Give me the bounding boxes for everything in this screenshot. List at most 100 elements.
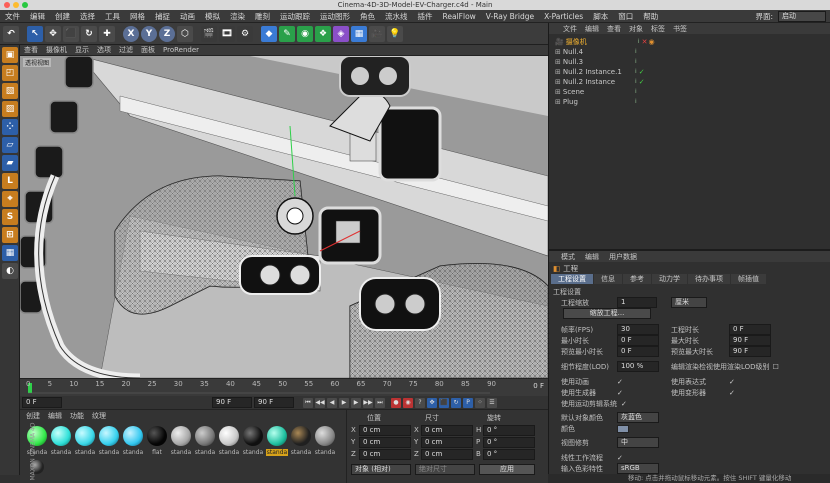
use-animation-checkbox[interactable]: ✓: [617, 378, 671, 386]
grid-icon[interactable]: ▦: [2, 245, 18, 261]
position-key-icon[interactable]: ✥: [427, 397, 437, 408]
menu-tools[interactable]: 工具: [100, 10, 125, 23]
next-frame-icon[interactable]: ▶: [351, 397, 361, 408]
tab-todo[interactable]: 待办事项: [688, 274, 730, 284]
material-swatch[interactable]: standa: [218, 426, 240, 456]
scale-icon[interactable]: ⬛: [63, 25, 79, 42]
viewport-menu-options[interactable]: 选项: [93, 45, 115, 56]
render-view-icon[interactable]: 🎬: [201, 25, 217, 42]
workplane-icon[interactable]: ▨: [2, 101, 18, 117]
material-menu-edit[interactable]: 编辑: [48, 411, 62, 421]
object-row-null4[interactable]: ⊞ Null.4 ⁞: [549, 47, 830, 57]
viewport-menu-display[interactable]: 显示: [71, 45, 93, 56]
min-time-field[interactable]: 0 F: [617, 335, 659, 346]
tab-info[interactable]: 信息: [594, 274, 622, 284]
camera-icon[interactable]: 🎥: [369, 25, 385, 42]
material-menu-texture[interactable]: 纹理: [92, 411, 106, 421]
deformer-icon[interactable]: ◈: [333, 25, 349, 42]
point-level-icon[interactable]: ⁘: [475, 397, 485, 408]
viewport-menu-view[interactable]: 查看: [20, 45, 42, 56]
coord-size-mode-select[interactable]: 绝对尺寸: [415, 463, 475, 475]
linear-workflow-checkbox[interactable]: ✓: [617, 454, 623, 462]
position-y-field[interactable]: 0 cm: [359, 436, 411, 448]
x-axis-button[interactable]: X: [123, 25, 139, 42]
material-swatch[interactable]: standa: [314, 426, 336, 456]
rotation-b-field[interactable]: 0 °: [483, 448, 535, 460]
live-selection-icon[interactable]: ↖: [27, 25, 43, 42]
menu-pipeline[interactable]: 流水线: [380, 10, 413, 23]
rotation-p-field[interactable]: 0 °: [483, 436, 535, 448]
position-z-field[interactable]: 0 cm: [359, 448, 411, 460]
om-menu-bookmarks[interactable]: 书签: [673, 24, 687, 34]
menu-snap[interactable]: 捕捉: [150, 10, 175, 23]
position-x-field[interactable]: 0 cm: [359, 424, 411, 436]
material-swatch[interactable]: standa: [122, 426, 144, 456]
material-swatch-selected[interactable]: standa: [266, 426, 288, 456]
previous-key-icon[interactable]: ◀◀: [315, 397, 325, 408]
rotate-icon[interactable]: ↻: [81, 25, 97, 42]
material-swatch[interactable]: standa: [50, 426, 72, 456]
material-menu-create[interactable]: 创建: [26, 411, 40, 421]
keyframe-selection-icon[interactable]: ?: [415, 397, 425, 408]
target-tag-icon[interactable]: ◉: [649, 37, 655, 47]
scale-unit-select[interactable]: 厘米: [671, 297, 707, 308]
am-menu-mode[interactable]: 模式: [561, 252, 575, 262]
object-row-scene[interactable]: ⊞ Scene ⁞: [549, 87, 830, 97]
go-to-start-icon[interactable]: ⏮: [303, 397, 313, 408]
menu-script[interactable]: 脚本: [588, 10, 613, 23]
scale-field[interactable]: 1: [617, 297, 657, 308]
close-window-button[interactable]: [4, 2, 10, 8]
visibility-dots-icon[interactable]: ⁞: [635, 67, 637, 77]
preview-max-field[interactable]: 90 F: [729, 346, 771, 357]
viewport-menu-panel[interactable]: 面板: [137, 45, 159, 56]
next-key-icon[interactable]: ▶▶: [363, 397, 373, 408]
object-row-null3[interactable]: ⊞ Null.3 ⁞: [549, 57, 830, 67]
lock-workplane-icon[interactable]: ⊞: [2, 227, 18, 243]
om-menu-file[interactable]: 文件: [563, 24, 577, 34]
material-swatch[interactable]: standa: [74, 426, 96, 456]
size-x-field[interactable]: 0 cm: [421, 424, 473, 436]
menu-motion-tracking[interactable]: 运动跟踪: [275, 10, 315, 23]
lod-checkbox[interactable]: ☐: [773, 363, 779, 371]
enabled-check-icon[interactable]: ✓: [639, 67, 645, 77]
am-menu-userdata[interactable]: 用户数据: [609, 252, 637, 262]
use-motion-system-checkbox[interactable]: ✓: [621, 400, 627, 408]
end-frame-field[interactable]: 90 F: [254, 397, 294, 408]
visibility-dots-icon[interactable]: ⁞: [635, 87, 637, 97]
menu-simulate[interactable]: 模拟: [200, 10, 225, 23]
color-swatch[interactable]: [617, 424, 629, 433]
play-icon[interactable]: ▶: [339, 397, 349, 408]
coordinate-system-icon[interactable]: ⬡: [177, 25, 193, 42]
preview-end-field[interactable]: 90 F: [212, 397, 252, 408]
object-row-plug[interactable]: ⊞ Plug ⁞: [549, 97, 830, 107]
material-swatch[interactable]: standa: [170, 426, 192, 456]
move-icon[interactable]: ✥: [45, 25, 61, 42]
perspective-viewport[interactable]: 透视视图: [20, 56, 548, 378]
light-icon[interactable]: 💡: [387, 25, 403, 42]
coord-mode-select[interactable]: 对象 (相对): [351, 463, 411, 475]
material-swatch[interactable]: standa: [194, 426, 216, 456]
menu-window[interactable]: 窗口: [613, 10, 638, 23]
polygons-mode-icon[interactable]: ▰: [2, 155, 18, 171]
spline-pen-icon[interactable]: ✎: [279, 25, 295, 42]
preview-min-field[interactable]: 0 F: [617, 346, 659, 357]
size-y-field[interactable]: 0 cm: [421, 436, 473, 448]
tab-dynamics[interactable]: 动力学: [652, 274, 687, 284]
object-row-camera[interactable]: 🎥 摄像机 ⁞ ✕ ◉: [549, 37, 830, 47]
viewport-menu-cameras[interactable]: 摄像机: [42, 45, 71, 56]
lod-field[interactable]: 100 %: [617, 361, 659, 372]
tab-project-settings[interactable]: 工程设置: [551, 274, 593, 284]
menu-edit[interactable]: 编辑: [25, 10, 50, 23]
axis-mode-icon[interactable]: L: [2, 173, 18, 189]
tab-reference[interactable]: 参考: [623, 274, 651, 284]
size-z-field[interactable]: 0 cm: [421, 448, 473, 460]
visibility-dots-icon[interactable]: ⁞: [635, 57, 637, 67]
tab-key-interpolation[interactable]: 帧插值: [731, 274, 766, 284]
menu-select[interactable]: 选择: [75, 10, 100, 23]
array-icon[interactable]: ❖: [315, 25, 331, 42]
om-menu-tags[interactable]: 标签: [651, 24, 665, 34]
y-axis-button[interactable]: Y: [141, 25, 157, 42]
menu-help[interactable]: 帮助: [638, 10, 663, 23]
menu-file[interactable]: 文件: [0, 10, 25, 23]
use-deformer-checkbox[interactable]: ✓: [729, 389, 735, 397]
